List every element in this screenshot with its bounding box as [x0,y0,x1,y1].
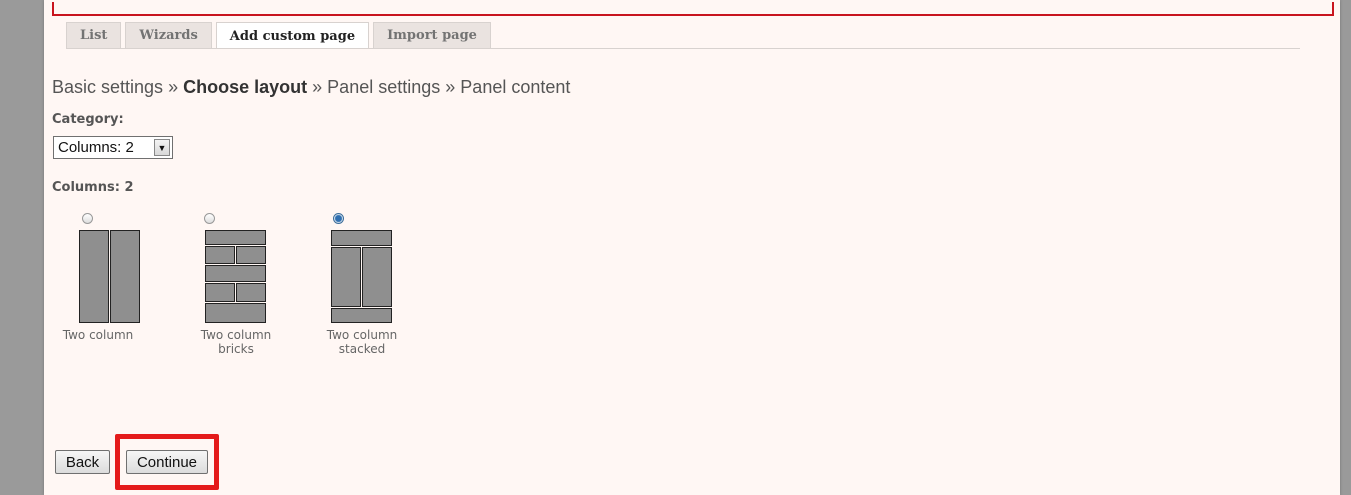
two-column-stacked-layout-icon[interactable] [331,230,393,323]
layout-caption: Two column [62,328,134,342]
tab-import-page[interactable]: Import page [373,22,491,48]
breadcrumb-separator: » [312,77,323,97]
tab-bar: List Wizards Add custom page Import page [66,22,495,49]
category-label: Category: [52,112,124,127]
layout-option-two-column-stacked[interactable]: Two column stacked [312,210,412,370]
continue-highlight-box [115,434,219,490]
breadcrumb-separator: » [445,77,456,97]
category-select[interactable]: Columns: 2 ▼ [53,136,173,159]
breadcrumb-basic-settings: Basic settings [52,77,164,97]
two-column-layout-icon[interactable] [79,230,141,323]
back-button[interactable]: Back [55,450,110,474]
two-column-bricks-layout-icon[interactable] [205,230,267,323]
layout-radio-two-column-bricks[interactable] [204,213,215,224]
category-select-value: Columns: 2 [58,139,134,156]
layout-option-two-column[interactable]: Two column [60,210,160,360]
tab-wizards[interactable]: Wizards [125,22,212,48]
breadcrumb-panel-content: Panel content [460,77,571,97]
breadcrumb-separator: » [168,77,179,97]
breadcrumb: Basic settings » Choose layout » Panel s… [52,77,570,98]
layout-caption: Two column bricks [200,328,272,356]
breadcrumb-choose-layout: Choose layout [183,77,308,97]
chevron-down-icon[interactable]: ▼ [154,139,170,156]
breadcrumb-panel-settings: Panel settings [327,77,441,97]
tab-add-custom-page[interactable]: Add custom page [215,22,370,49]
layout-radio-two-column-stacked[interactable] [333,213,344,224]
columns-section-label: Columns: 2 [52,180,134,195]
tab-divider [66,48,1300,49]
layout-radio-two-column[interactable] [82,213,93,224]
layout-caption: Two column stacked [326,328,398,356]
tab-list[interactable]: List [66,22,122,48]
top-border-highlight [52,2,1334,16]
layout-option-two-column-bricks[interactable]: Two column bricks [186,210,286,370]
